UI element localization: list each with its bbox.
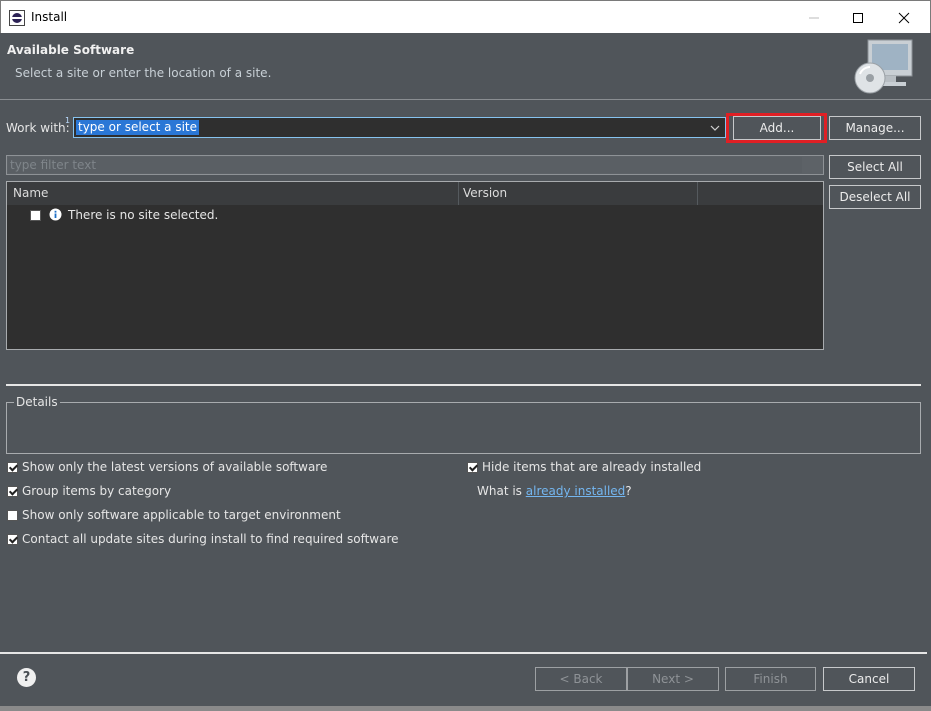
background-strip [0, 706, 931, 711]
eclipse-icon [9, 10, 25, 26]
dropdown-arrow-icon[interactable] [707, 120, 723, 136]
work-with-label: Work with: [6, 121, 70, 135]
latest-versions-checkbox[interactable] [7, 462, 18, 473]
details-group [6, 402, 921, 454]
window-title: Install [31, 10, 68, 24]
select-all-button[interactable]: Select All [829, 155, 921, 179]
manage-button[interactable]: Manage... [829, 116, 921, 140]
group-by-category-label[interactable]: Group items by category [22, 484, 171, 498]
what-is-suffix: ? [625, 484, 632, 498]
contact-update-sites-label[interactable]: Contact all update sites during install … [22, 532, 399, 546]
help-icon[interactable]: ? [17, 668, 36, 687]
software-table: Name Version There is no site selected. [6, 181, 824, 350]
target-environment-label[interactable]: Show only software applicable to target … [22, 508, 341, 522]
close-icon[interactable] [881, 1, 927, 34]
divider [6, 384, 921, 386]
details-legend: Details [14, 395, 60, 409]
page-subtitle: Select a site or enter the location of a… [15, 66, 272, 80]
column-divider[interactable] [697, 182, 698, 205]
highlight-box [726, 113, 827, 143]
what-is-text: What is already installed? [477, 484, 632, 498]
table-row[interactable]: There is no site selected. [7, 206, 823, 226]
bottom-divider [0, 652, 927, 654]
install-dialog: Install Available Software Select a site… [0, 0, 931, 711]
work-with-marker: 1 [65, 116, 71, 125]
maximize-icon[interactable] [835, 1, 881, 34]
deselect-all-button[interactable]: Deselect All [829, 185, 921, 209]
title-bar: Install [0, 0, 931, 34]
group-by-category-checkbox[interactable] [7, 486, 18, 497]
column-name[interactable]: Name [13, 186, 48, 200]
minimize-icon[interactable] [791, 1, 837, 34]
target-environment-checkbox[interactable] [7, 510, 18, 521]
column-divider[interactable] [458, 182, 459, 205]
back-button[interactable]: < Back [535, 667, 627, 691]
monitor-cd-icon [850, 38, 916, 101]
page-title: Available Software [7, 43, 135, 57]
work-with-value[interactable]: type or select a site [76, 120, 200, 135]
latest-versions-label[interactable]: Show only the latest versions of availab… [22, 460, 327, 474]
column-version[interactable]: Version [463, 186, 507, 200]
finish-button[interactable]: Finish [725, 667, 816, 691]
info-icon [49, 208, 62, 224]
contact-update-sites-checkbox[interactable] [7, 534, 18, 545]
dialog-header: Available Software Select a site or ente… [0, 33, 931, 100]
row-checkbox[interactable] [30, 210, 41, 221]
hide-installed-label[interactable]: Hide items that are already installed [482, 460, 701, 474]
next-button[interactable]: Next > [627, 667, 719, 691]
filter-input[interactable]: type filter text [8, 157, 802, 173]
row-label: There is no site selected. [68, 208, 219, 222]
what-is-prefix: What is [477, 484, 526, 498]
already-installed-link[interactable]: already installed [526, 484, 626, 498]
filter-field[interactable]: type filter text [6, 155, 824, 175]
work-with-combo[interactable]: type or select a site [73, 117, 726, 138]
table-header: Name Version [7, 182, 823, 205]
hide-installed-checkbox[interactable] [467, 462, 478, 473]
cancel-button[interactable]: Cancel [823, 667, 915, 691]
